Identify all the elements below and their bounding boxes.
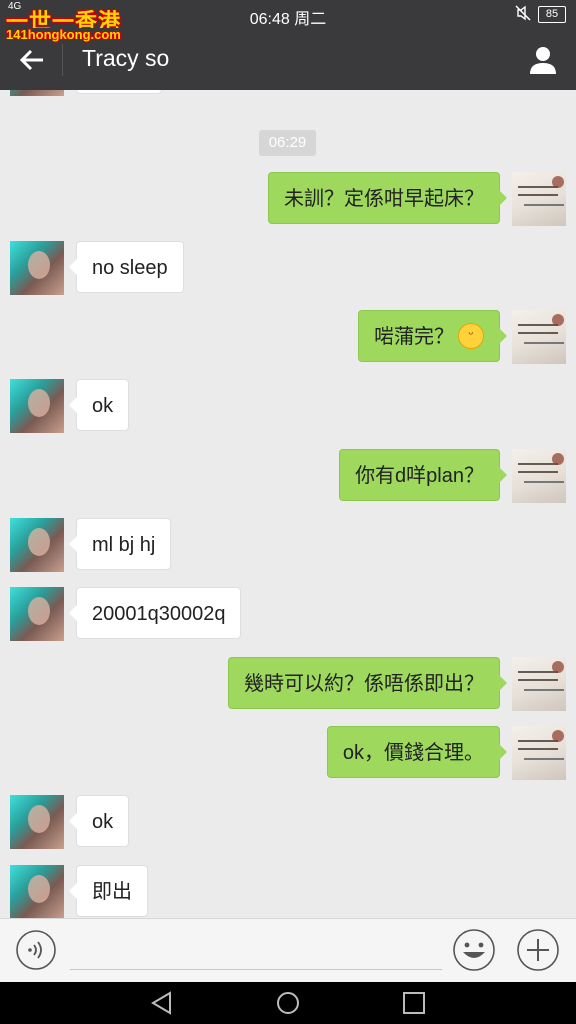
app-bar: 141hongkong.com Tracy so [0, 27, 576, 90]
input-bar [0, 918, 576, 983]
message-row: 你有d咩plan？ [0, 449, 576, 503]
outgoing-bubble[interactable]: ok，價錢合理。 [326, 726, 508, 778]
timestamp: 06:29 [259, 130, 316, 156]
contact-avatar[interactable] [10, 865, 64, 918]
contact-avatar[interactable] [10, 90, 64, 96]
battery-icon: 85 [538, 6, 566, 23]
incoming-bubble[interactable]: 即出 [69, 865, 148, 917]
status-bar: 4G 一世一香港 06:48 周二 85 [0, 0, 576, 35]
back-arrow-icon[interactable] [18, 46, 46, 74]
message-row: 啱蒲完？ ᵕ [0, 310, 576, 364]
contact-avatar[interactable] [10, 518, 64, 572]
contact-avatar[interactable] [10, 379, 64, 433]
navigation-bar [0, 982, 576, 1024]
header-divider [62, 44, 63, 76]
incoming-bubble[interactable]: ml bj hj [68, 518, 172, 570]
person-icon[interactable] [527, 44, 559, 76]
message-row: 幾時可以約？係唔係即出？ [0, 657, 576, 711]
my-avatar[interactable] [512, 310, 566, 364]
back-triangle-icon[interactable] [148, 990, 176, 1016]
my-avatar[interactable] [512, 172, 566, 226]
my-avatar[interactable] [512, 657, 566, 711]
incoming-bubble[interactable]: ok [68, 379, 130, 431]
watermark-url: 141hongkong.com [6, 27, 121, 42]
message-row: ok，價錢合理。 [0, 726, 576, 780]
message-row [0, 90, 576, 96]
recents-square-icon[interactable] [400, 990, 428, 1016]
outgoing-bubble[interactable]: 你有d咩plan？ [339, 449, 507, 501]
outgoing-bubble[interactable]: 幾時可以約？係唔係即出？ [228, 657, 507, 709]
incoming-bubble[interactable]: 20001q30002q [68, 587, 242, 639]
contact-avatar[interactable] [10, 587, 64, 641]
emoji-icon[interactable] [452, 928, 496, 972]
my-avatar[interactable] [512, 449, 566, 503]
home-circle-icon[interactable] [274, 990, 302, 1016]
message-row: ok [0, 795, 576, 849]
mute-icon [515, 5, 531, 21]
message-input[interactable] [70, 969, 442, 970]
outgoing-bubble[interactable]: 未訓？定係咁早起床？ [268, 172, 507, 224]
incoming-bubble[interactable]: ok [68, 795, 130, 847]
message-row: 未訓？定係咁早起床？ [0, 172, 576, 226]
my-avatar[interactable] [512, 726, 566, 780]
incoming-bubble[interactable] [76, 90, 162, 94]
contact-avatar[interactable] [10, 795, 64, 849]
outgoing-bubble[interactable]: 啱蒲完？ ᵕ [358, 310, 507, 362]
grinning-face-icon: ᵕ [458, 322, 484, 349]
message-row: no sleep [0, 241, 576, 295]
chat-area[interactable]: 06:29 未訓？定係咁早起床？ no sleep 啱蒲完？ ᵕ ok 你有d咩p… [0, 90, 576, 918]
message-row: 即出 [0, 865, 576, 918]
contact-avatar[interactable] [10, 241, 64, 295]
message-row: ok [0, 379, 576, 433]
message-row: 20001q30002q [0, 587, 576, 641]
plus-icon[interactable] [516, 928, 560, 972]
voice-icon[interactable] [15, 929, 57, 971]
chat-title: Tracy so [82, 45, 170, 71]
status-clock: 06:48 周二 [249, 11, 327, 28]
incoming-bubble[interactable]: no sleep [69, 241, 184, 293]
message-text: 啱蒲完？ [374, 326, 454, 348]
message-row: ml bj hj [0, 518, 576, 572]
